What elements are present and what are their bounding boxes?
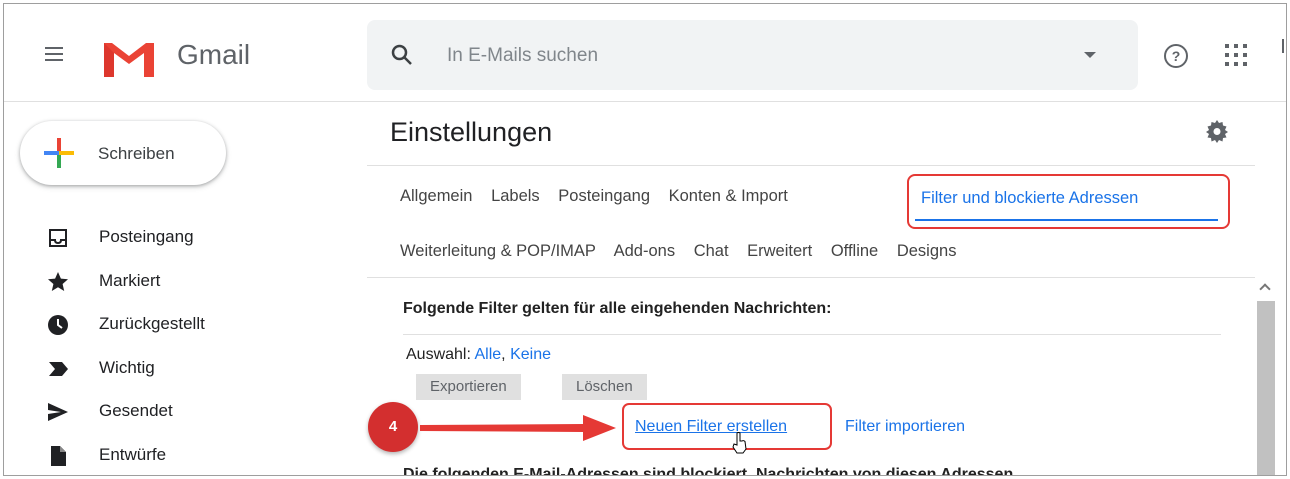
tab-filters-label: Filter und blockierte Adressen: [921, 189, 1139, 207]
inbox-icon: [49, 229, 67, 247]
compose-label: Schreiben: [98, 144, 175, 163]
arrow-icon: [420, 415, 616, 441]
sidebar-item-label: Wichtig: [99, 357, 155, 377]
search-bar: [367, 20, 1138, 90]
sidebar-item-drafts[interactable]: Entwürfe: [4, 434, 264, 476]
sidebar-item-important[interactable]: Wichtig: [4, 347, 264, 391]
search-input[interactable]: [447, 42, 1047, 70]
settings-tabs-row-1: Allgemein Labels Posteingang Konten & Im…: [400, 187, 802, 206]
sidebar-item-sent[interactable]: Gesendet: [4, 390, 264, 434]
search-options-icon[interactable]: [1084, 52, 1096, 58]
hand-cursor-icon: [732, 432, 747, 454]
active-tab-underline: [915, 219, 1218, 221]
sidebar-item-label: Markiert: [99, 270, 161, 290]
tab-addons[interactable]: Add-ons: [614, 242, 675, 260]
search-icon[interactable]: [391, 44, 413, 66]
selection-row: Auswahl: Alle, Keine: [406, 346, 551, 364]
blocked-section-heading: Die folgenden E-Mail-Adressen sind block…: [403, 466, 1014, 476]
scrollbar[interactable]: [1256, 277, 1276, 475]
tab-forwarding[interactable]: Weiterleitung & POP/IMAP: [400, 242, 596, 260]
divider: [403, 334, 1221, 335]
page-title: Einstellungen: [390, 117, 553, 147]
sidebar-item-starred[interactable]: Markiert: [4, 260, 264, 304]
tab-inbox[interactable]: Posteingang: [558, 187, 650, 205]
menu-icon[interactable]: [42, 42, 66, 66]
tab-accounts[interactable]: Konten & Import: [669, 187, 788, 205]
tab-labels[interactable]: Labels: [491, 187, 540, 205]
delete-button[interactable]: Löschen: [562, 374, 647, 400]
selection-label: Auswahl:: [406, 346, 471, 363]
import-filter-link[interactable]: Filter importieren: [845, 418, 965, 436]
sidebar-item-snoozed[interactable]: Zurückgestellt: [4, 303, 264, 347]
filter-section-heading: Folgende Filter gelten für alle eingehen…: [403, 300, 832, 317]
draft-icon: [51, 445, 66, 466]
selection-separator: ,: [501, 346, 506, 363]
highlight-box: [622, 403, 832, 450]
sidebar-item-label: Entwürfe: [99, 444, 167, 464]
gear-icon[interactable]: [1205, 119, 1229, 143]
scroll-up-icon[interactable]: [1259, 283, 1271, 295]
tab-themes[interactable]: Designs: [897, 242, 957, 260]
tab-advanced[interactable]: Erweitert: [747, 242, 812, 260]
select-none-link[interactable]: Keine: [510, 346, 551, 363]
send-icon: [48, 403, 68, 421]
plus-icon: [44, 138, 74, 168]
scrollbar-thumb[interactable]: [1257, 301, 1275, 475]
app-window: Gmail ? Schreiben: [3, 3, 1287, 476]
divider: [367, 165, 1255, 166]
star-icon: [48, 271, 68, 291]
important-icon: [49, 361, 68, 376]
account-edge: [1282, 39, 1284, 53]
sidebar-nav: Posteingang Markiert Zurückgestellt Wich…: [4, 216, 264, 476]
sidebar-item-label: Gesendet: [99, 401, 173, 420]
help-icon[interactable]: ?: [1164, 44, 1188, 68]
sidebar-item-label: Posteingang: [99, 227, 194, 246]
divider: [367, 277, 1255, 278]
export-button[interactable]: Exportieren: [416, 374, 521, 400]
step-badge: 4: [368, 402, 418, 452]
compose-button[interactable]: Schreiben: [20, 121, 226, 185]
tab-filters-blocked[interactable]: Filter und blockierte Adressen: [907, 174, 1230, 229]
clock-icon: [48, 315, 68, 335]
apps-grid-icon[interactable]: [1225, 44, 1247, 66]
tab-general[interactable]: Allgemein: [400, 187, 472, 205]
tab-chat[interactable]: Chat: [694, 242, 729, 260]
app-title[interactable]: Gmail: [177, 39, 250, 71]
tab-offline[interactable]: Offline: [831, 242, 878, 260]
sidebar-item-inbox[interactable]: Posteingang: [4, 216, 264, 260]
top-bar: Gmail ?: [4, 4, 1286, 102]
settings-tabs-row-2: Weiterleitung & POP/IMAP Add-ons Chat Er…: [400, 242, 970, 261]
sidebar-item-label: Zurückgestellt: [99, 314, 205, 333]
select-all-link[interactable]: Alle: [474, 346, 501, 363]
gmail-logo-icon[interactable]: [100, 37, 158, 79]
